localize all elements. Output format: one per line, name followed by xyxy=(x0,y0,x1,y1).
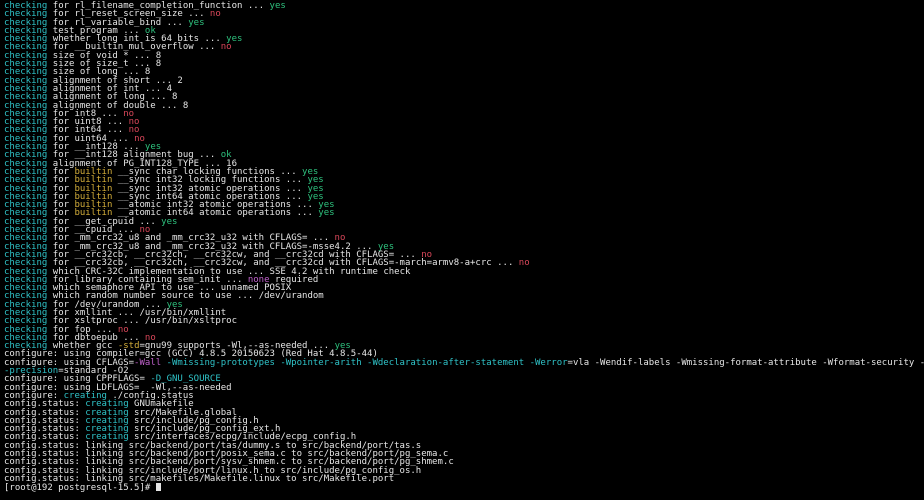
cursor xyxy=(156,483,161,491)
log-result: /usr/bin/xsltproc xyxy=(145,316,237,326)
log-result: yes xyxy=(188,18,204,28)
log-result: 8 xyxy=(156,59,161,69)
log-flags: -Wmissing-prototypes -Wpointer-arith -Wd… xyxy=(161,358,567,368)
prompt-text: [root@192 postgresql-15.5]# xyxy=(4,483,156,493)
log-result: 8 xyxy=(183,101,188,111)
log-result: no xyxy=(519,258,530,268)
log-dots: ... xyxy=(161,18,188,28)
log-result: /dev/urandom xyxy=(259,291,324,301)
log-result: no xyxy=(221,42,232,52)
log-result: yes xyxy=(270,1,286,11)
log-flags: =vla -Wendif-labels -Wmissing-format-att… xyxy=(568,358,924,368)
log-dots: ... xyxy=(232,291,259,301)
shell-prompt[interactable]: [root@192 postgresql-15.5]# xyxy=(4,483,161,493)
log-dots: ... xyxy=(194,42,221,52)
log-result: no xyxy=(210,9,221,19)
log-result: 2 xyxy=(177,76,182,86)
log-dots: ... xyxy=(156,101,183,111)
log-result: yes xyxy=(161,217,177,227)
log-line: configure: using CFLAGS=-Wall -Wmissing-… xyxy=(4,358,924,368)
terminal-output: checking for rl_filename_completion_func… xyxy=(0,0,924,497)
log-flag-wall: -Wall xyxy=(134,358,161,368)
log-dots: ... xyxy=(492,258,519,268)
log-result: yes xyxy=(318,208,334,218)
log-dots: ... xyxy=(242,1,269,11)
log-dots: ... xyxy=(291,208,318,218)
